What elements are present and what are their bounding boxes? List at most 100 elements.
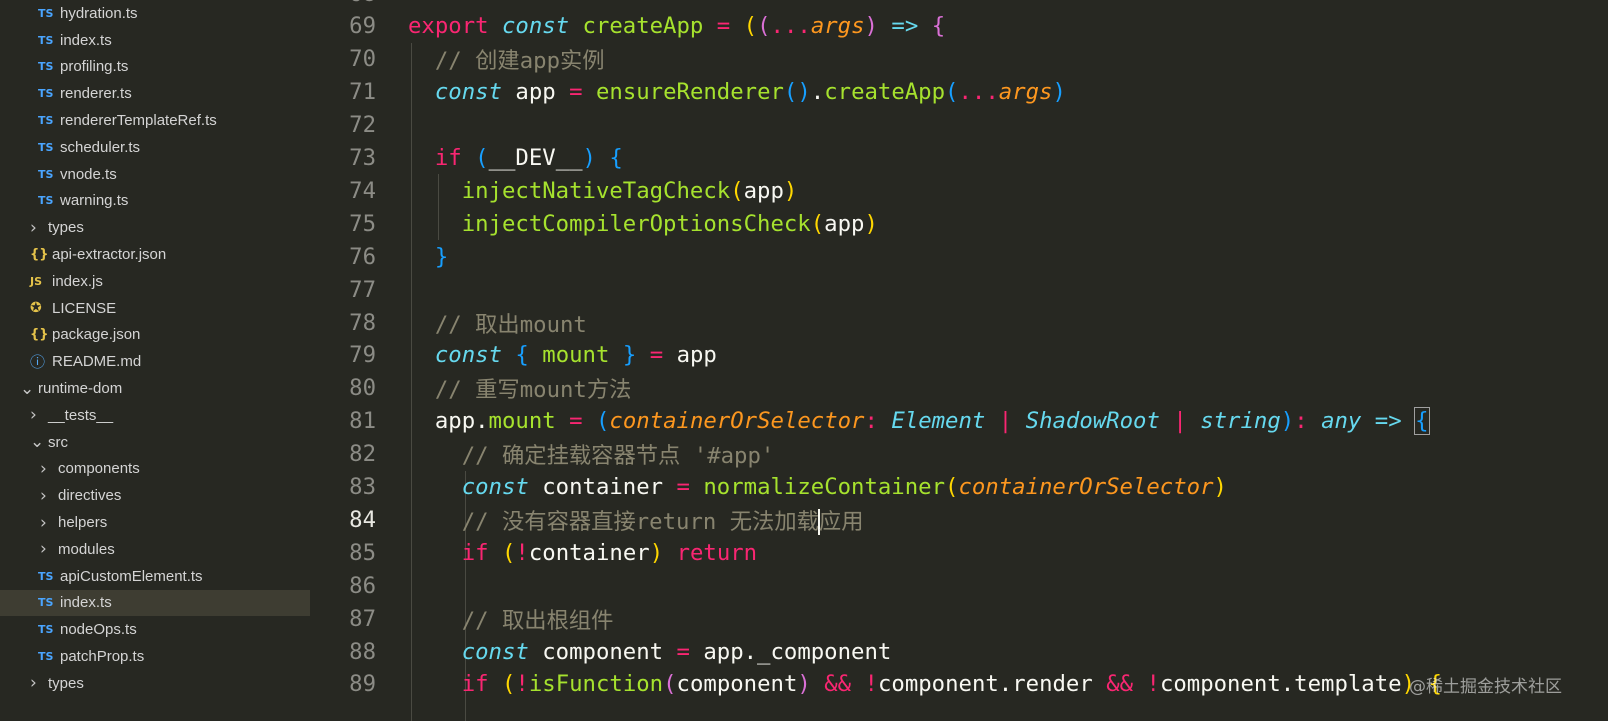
file-item[interactable]: JS index.js xyxy=(0,268,310,295)
typescript-icon: TS xyxy=(38,114,54,128)
file-item[interactable]: TS scheduler.ts xyxy=(0,134,310,161)
code-text: const container = normalizeContainer(con… xyxy=(408,474,1227,500)
code-token: ) xyxy=(1213,474,1227,500)
code-token: args xyxy=(810,13,865,40)
typescript-icon: TS xyxy=(38,569,54,583)
file-item[interactable]: ✪ LICENSE xyxy=(0,295,310,322)
code-token: => xyxy=(891,13,919,40)
code-line[interactable]: 77 xyxy=(310,273,1608,306)
code-token: // 没有容器直接return 无法加载 xyxy=(461,508,819,535)
code-line[interactable]: 80 // 重写mount方法 xyxy=(310,372,1608,405)
code-token: ) xyxy=(1280,408,1295,435)
code-token: createApp xyxy=(582,13,704,40)
file-item[interactable]: TS warning.ts xyxy=(0,188,310,215)
folder-item[interactable]: › components xyxy=(0,456,310,483)
file-item[interactable]: TS index.ts xyxy=(0,27,310,54)
file-item[interactable]: TS vnode.ts xyxy=(0,161,310,188)
file-explorer: TS hydration.ts TS index.ts TS profiling.ts TS… xyxy=(0,0,310,721)
code-line[interactable]: 86 xyxy=(310,569,1608,602)
code-token: ( xyxy=(945,79,959,106)
code-line[interactable]: 71 const app = ensureRenderer().createAp… xyxy=(310,76,1608,109)
code-token: ) xyxy=(1052,79,1066,106)
code-text: injectCompilerOptionsCheck(app) xyxy=(408,211,878,237)
tree-item-label: runtime-dom xyxy=(38,380,123,398)
code-token: app. xyxy=(408,408,489,435)
code-line[interactable]: 72 xyxy=(310,109,1608,142)
code-token: app xyxy=(824,210,865,237)
code-text: if (__DEV__) { xyxy=(408,145,623,171)
folder-item[interactable]: › types xyxy=(0,670,310,697)
code-editor[interactable]: 68 69 export const createApp = ((...args) … xyxy=(310,0,1608,721)
tree-item-label: components xyxy=(58,460,140,478)
folder-item[interactable]: › types xyxy=(0,214,310,241)
file-item[interactable]: ⓘ README.md xyxy=(0,348,310,375)
code-token: ) xyxy=(783,177,798,204)
tree-item-label: directives xyxy=(58,487,122,505)
file-item[interactable]: TS renderer.ts xyxy=(0,80,310,107)
folder-item[interactable]: ⌄ src xyxy=(0,429,310,456)
code-token: ! xyxy=(1146,671,1160,698)
file-item[interactable]: TS profiling.ts xyxy=(0,54,310,81)
info-icon: ⓘ xyxy=(30,353,46,372)
code-token: if xyxy=(434,145,476,171)
line-number: 84 xyxy=(349,506,376,533)
code-token: 应用 xyxy=(818,508,864,535)
code-line[interactable]: 68 xyxy=(310,0,1608,10)
code-line[interactable]: 88 const component = app._component xyxy=(310,635,1608,668)
tree-item-label: patchProp.ts xyxy=(60,648,145,666)
code-line[interactable]: 76 } xyxy=(310,240,1608,273)
code-token: container xyxy=(542,474,677,500)
code-token: injectNativeTagCheck xyxy=(461,177,731,204)
code-line[interactable]: 87 // 取出根组件 xyxy=(310,602,1608,635)
tree-item-label: vnode.ts xyxy=(60,165,117,183)
code-line[interactable]: 85 if (!container) return xyxy=(310,536,1608,569)
code-token: = xyxy=(676,638,690,665)
code-line[interactable]: 70 // 创建app实例 xyxy=(310,43,1608,76)
code-line[interactable]: 78 // 取出mount xyxy=(310,306,1608,339)
code-line[interactable]: 81 app.mount = (containerOrSelector: Ele… xyxy=(310,405,1608,438)
chevron-right-icon: › xyxy=(40,512,47,533)
file-item[interactable]: {} api-extractor.json xyxy=(0,241,310,268)
code-token: ( xyxy=(810,210,825,237)
file-item[interactable]: TS rendererTemplateRef.ts xyxy=(0,107,310,134)
code-line[interactable]: 84 // 没有容器直接return 无法加载应用 xyxy=(310,503,1608,536)
folder-item[interactable]: ⌄ runtime-dom xyxy=(0,375,310,402)
code-line[interactable]: 69 export const createApp = ((...args) =>… xyxy=(310,10,1608,43)
code-line[interactable]: 82 // 确定挂载容器节点 '#app' xyxy=(310,438,1608,471)
code-token: ... xyxy=(958,79,999,106)
file-item[interactable]: TS hydration.ts xyxy=(0,0,310,27)
folder-item[interactable]: › modules xyxy=(0,536,310,563)
file-item[interactable]: TS patchProp.ts xyxy=(0,643,310,670)
code-token: ( xyxy=(475,145,489,171)
code-line[interactable]: 74 injectNativeTagCheck(app) xyxy=(310,174,1608,207)
code-token: // 重写mount方法 xyxy=(434,377,632,404)
code-line[interactable]: 79 const { mount } = app xyxy=(310,339,1608,372)
code-token: ( xyxy=(501,539,516,566)
folder-item[interactable]: › __tests__ xyxy=(0,402,310,429)
folder-item[interactable]: › helpers xyxy=(0,509,310,536)
file-item[interactable]: TS apiCustomElement.ts xyxy=(0,563,310,590)
line-number: 75 xyxy=(349,210,376,237)
code-line[interactable]: 73 if (__DEV__) { xyxy=(310,142,1608,175)
file-item[interactable]: {} package.json xyxy=(0,322,310,349)
line-number: 70 xyxy=(349,46,376,73)
code-token: { xyxy=(931,13,946,40)
json-icon: {} xyxy=(30,247,49,263)
code-line[interactable]: 83 const container = normalizeContainer(… xyxy=(310,471,1608,504)
code-line[interactable]: 75 injectCompilerOptionsCheck(app) xyxy=(310,207,1608,240)
file-item[interactable]: TS nodeOps.ts xyxy=(0,616,310,643)
code-token: export xyxy=(408,13,502,40)
folder-item[interactable]: › directives xyxy=(0,482,310,509)
typescript-icon: TS xyxy=(38,650,54,664)
file-item[interactable]: TS index.ts xyxy=(0,589,310,617)
code-token: { xyxy=(609,145,623,171)
